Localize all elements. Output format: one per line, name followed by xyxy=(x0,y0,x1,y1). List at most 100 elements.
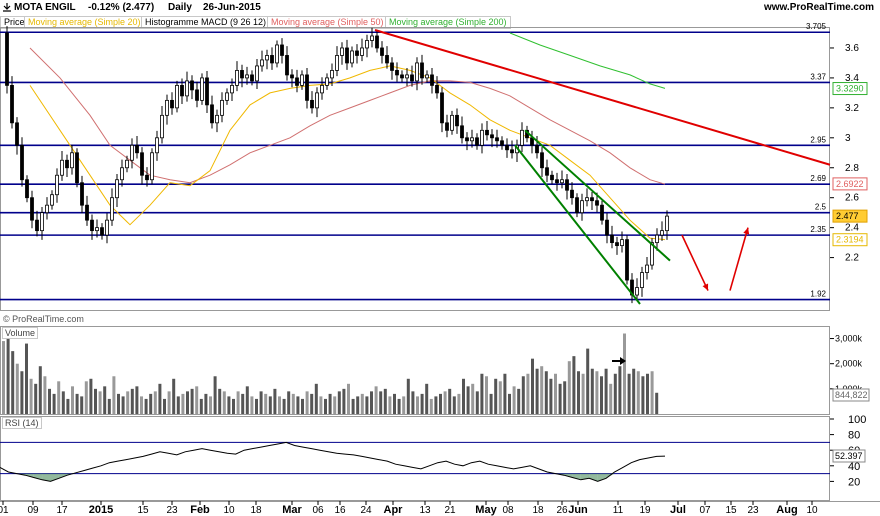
volume-bar xyxy=(34,383,38,414)
price-marker-label: 2.3194 xyxy=(836,235,864,245)
volume-bar xyxy=(121,396,125,414)
sma200-line xyxy=(509,32,666,89)
candle-body xyxy=(280,44,284,56)
candle-body xyxy=(275,44,279,64)
volume-bar xyxy=(117,393,120,414)
candle-body xyxy=(570,189,574,199)
volume-bar xyxy=(61,391,65,414)
volume-bar xyxy=(204,393,208,414)
x-tick-label: 16 xyxy=(334,505,346,516)
volume-bar xyxy=(222,391,226,414)
candle-body xyxy=(475,137,479,146)
candle-body xyxy=(295,77,299,86)
candle-body xyxy=(435,84,439,94)
x-tick-label: 23 xyxy=(166,505,178,516)
x-tick-label: 18 xyxy=(532,505,544,516)
volume-bar xyxy=(296,396,300,414)
candle-body xyxy=(595,200,599,206)
volume-bar xyxy=(209,396,212,414)
volume-bar xyxy=(15,363,19,414)
candle-body xyxy=(500,140,504,146)
volume-bar xyxy=(130,388,134,414)
candle-body xyxy=(205,77,209,106)
candle-body xyxy=(345,47,349,64)
volume-bar xyxy=(172,378,176,414)
x-tick-label: 21 xyxy=(444,505,456,516)
rsi-y-tick-label: 100 xyxy=(848,414,866,426)
price-y-tick-label: 2.6 xyxy=(845,193,859,204)
candle-body xyxy=(440,92,444,124)
candle-body xyxy=(100,227,104,236)
candle-body xyxy=(420,62,424,79)
volume-bar xyxy=(549,378,553,414)
volume-bar xyxy=(650,371,654,414)
volume-bar xyxy=(531,358,534,414)
x-tick-label: 19 xyxy=(639,505,651,516)
volume-bar xyxy=(301,398,304,414)
volume-bar xyxy=(112,376,116,414)
candle-body xyxy=(640,272,644,288)
volume-bar xyxy=(57,381,61,414)
x-tick-label: 2015 xyxy=(89,504,113,516)
volume-bar xyxy=(632,368,636,414)
price-y-tick-label: 3.6 xyxy=(845,43,859,54)
candle-body xyxy=(215,114,219,124)
candle-body xyxy=(25,179,29,199)
volume-bar xyxy=(540,366,544,414)
candle-body xyxy=(340,47,344,56)
volume-bar xyxy=(199,398,203,414)
volume-bar xyxy=(452,396,456,414)
x-tick-label: Mar xyxy=(282,504,302,516)
volume-bar xyxy=(609,383,613,414)
volume-bar xyxy=(356,396,360,414)
volume-bar xyxy=(554,373,557,414)
candle-body xyxy=(510,149,514,154)
volume-bar xyxy=(489,393,493,414)
candle-body xyxy=(330,70,334,79)
volume-panel-label: Volume xyxy=(2,327,39,339)
candle-body xyxy=(70,152,74,169)
candle-body xyxy=(395,70,399,76)
volume-bar xyxy=(66,398,70,414)
volume-bar xyxy=(351,398,355,414)
candle-body xyxy=(140,152,144,176)
volume-bar xyxy=(471,383,475,414)
volume-bar xyxy=(282,398,286,414)
rsi-last-value: 52.397 xyxy=(835,451,863,461)
candle-body xyxy=(545,167,549,176)
candle-body xyxy=(45,204,49,214)
chart-canvas: 2.22.42.62.833.23.43.63.7053.372.952.692… xyxy=(0,22,880,516)
x-tick-label: 24 xyxy=(360,505,372,516)
candle-body xyxy=(360,47,364,56)
price-y-tick-label: 3.2 xyxy=(845,103,859,114)
volume-bar xyxy=(503,373,507,414)
candle-body xyxy=(85,204,89,221)
candle-body xyxy=(385,55,389,64)
x-tick-label: 18 xyxy=(250,505,262,516)
x-tick-label: 13 xyxy=(419,505,431,516)
volume-bar xyxy=(181,393,185,414)
x-tick-label: 23 xyxy=(747,505,759,516)
candle-body xyxy=(315,92,319,109)
volume-bar xyxy=(613,373,617,414)
price-y-tick-label: 2.2 xyxy=(845,253,859,264)
volume-bar xyxy=(43,376,47,414)
candle-body xyxy=(580,200,584,214)
x-tick-label: 07 xyxy=(699,505,711,516)
volume-bar xyxy=(590,368,594,414)
volume-bar xyxy=(25,343,28,414)
volume-bar xyxy=(581,373,585,414)
candle-body xyxy=(325,77,329,86)
candle-body xyxy=(95,227,99,232)
volume-bar xyxy=(420,393,424,414)
candle-body xyxy=(40,212,44,232)
volume-bar xyxy=(600,376,603,414)
volume-bar xyxy=(98,391,102,414)
candle-body xyxy=(655,234,659,244)
volume-bar xyxy=(646,373,649,414)
volume-bar xyxy=(291,393,295,414)
volume-bar xyxy=(259,391,263,414)
candle-body xyxy=(365,40,369,49)
volume-bar xyxy=(195,386,199,414)
x-tick-label: 06 xyxy=(312,505,324,516)
